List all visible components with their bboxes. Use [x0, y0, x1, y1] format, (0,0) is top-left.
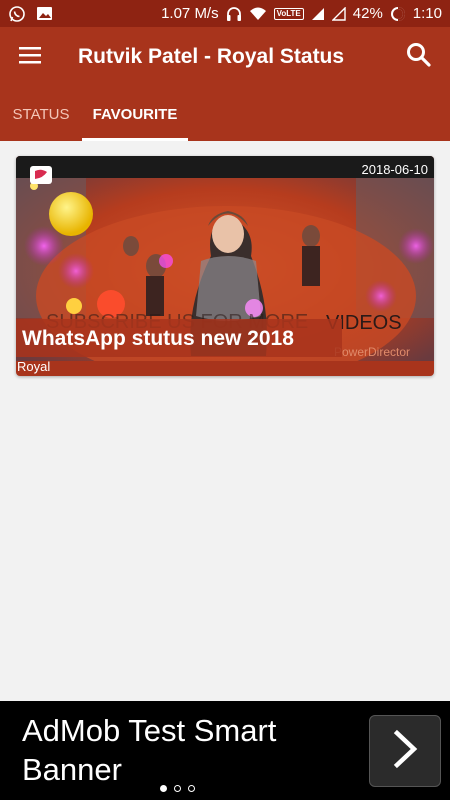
status-bar: 1.07 M/s VoLTE 42% 1:10	[0, 0, 450, 27]
hamburger-menu-icon	[19, 46, 41, 69]
headphones-icon	[226, 6, 242, 22]
search-icon	[406, 42, 432, 73]
battery-icon	[390, 6, 406, 22]
page-dot	[188, 785, 195, 792]
menu-button[interactable]	[0, 27, 60, 87]
card-category: Royal	[17, 359, 51, 374]
tab-bar: STATUS FAVOURITE	[0, 87, 450, 141]
ad-open-button[interactable]	[369, 715, 441, 787]
search-button[interactable]	[388, 27, 450, 87]
favourite-list: SUBSCRIBE US FOR MORE VIDEOS PowerDirect…	[0, 141, 450, 701]
status-card[interactable]: SUBSCRIBE US FOR MORE VIDEOS PowerDirect…	[16, 156, 434, 376]
battery-percent: 42%	[352, 5, 383, 22]
app-title: Rutvik Patel - Royal Status	[78, 45, 345, 68]
ad-page-indicator	[160, 785, 195, 792]
signal-icon	[311, 7, 325, 21]
whatsapp-icon	[8, 5, 26, 23]
volte-badge: VoLTE	[273, 7, 304, 20]
tab-favourite[interactable]: FAVOURITE	[82, 87, 188, 141]
clock: 1:10	[412, 5, 442, 22]
page-dot	[174, 785, 181, 792]
wifi-icon	[249, 7, 267, 21]
signal-icon-2	[331, 6, 346, 21]
ad-text: AdMob Test Smart Banner	[22, 713, 277, 787]
app-bar: Rutvik Patel - Royal Status	[0, 27, 450, 87]
tab-status[interactable]: STATUS	[0, 87, 82, 141]
chevron-right-icon	[390, 729, 420, 774]
page-dot	[160, 785, 167, 792]
svg-text:PowerDirector: PowerDirector	[334, 345, 410, 359]
network-speed: 1.07 M/s	[161, 5, 219, 22]
image-icon	[36, 6, 53, 21]
card-title: WhatsApp stutus new 2018	[22, 327, 294, 350]
ad-banner[interactable]: AdMob Test Smart Banner	[0, 701, 450, 800]
card-date: 2018-06-10	[361, 162, 429, 177]
